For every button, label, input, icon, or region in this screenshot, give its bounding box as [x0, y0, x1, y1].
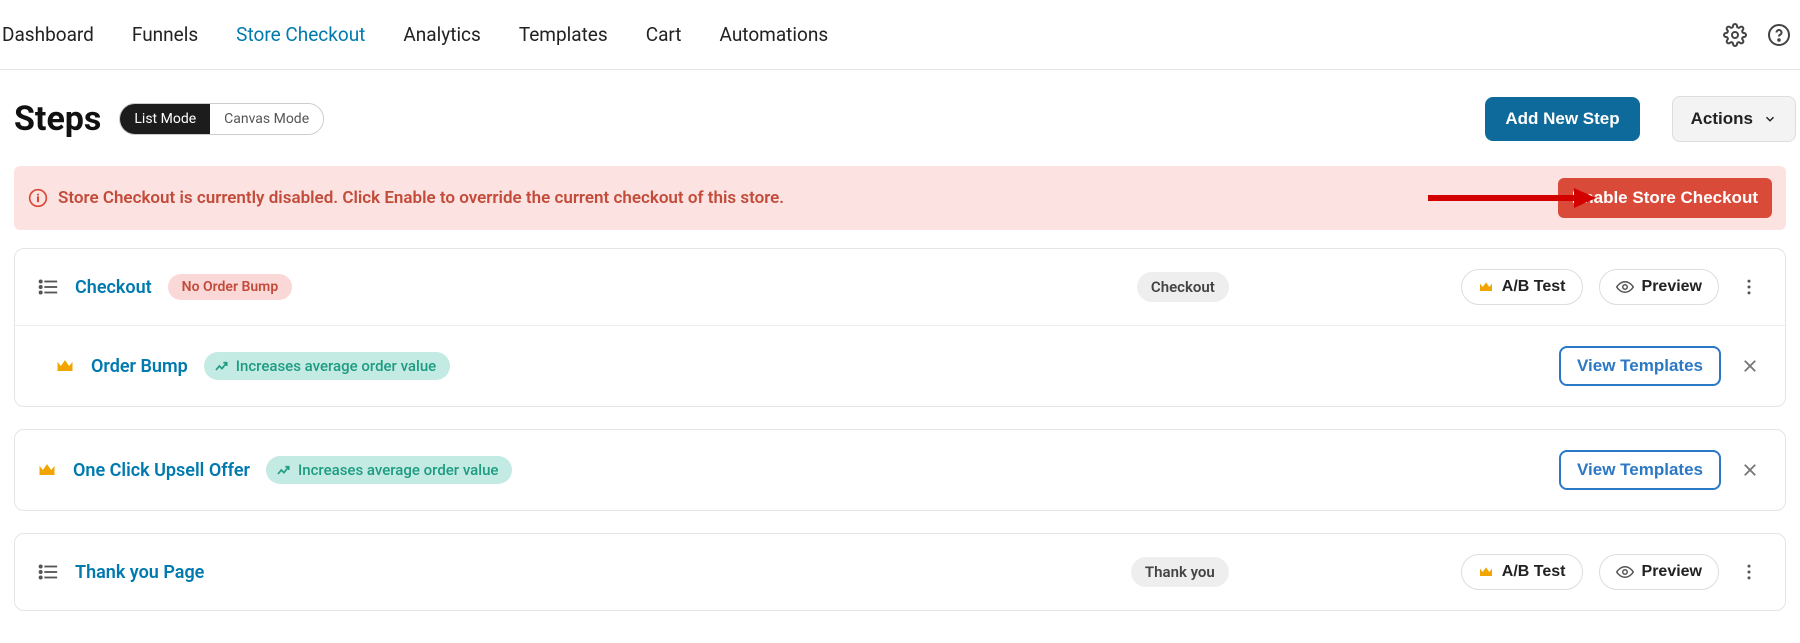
- settings-button[interactable]: [1722, 22, 1748, 48]
- ab-test-button[interactable]: A/B Test: [1461, 269, 1583, 305]
- actions-label: Actions: [1691, 109, 1753, 129]
- step-card-checkout: Checkout No Order Bump Checkout A/B Test…: [14, 248, 1786, 407]
- nav-templates[interactable]: Templates: [519, 23, 608, 46]
- preview-button[interactable]: Preview: [1599, 269, 1719, 305]
- crown-icon: [1478, 279, 1494, 295]
- preview-label: Preview: [1642, 563, 1702, 581]
- preview-button[interactable]: Preview: [1599, 554, 1719, 590]
- chart-icon: [276, 462, 292, 478]
- close-icon: [1741, 357, 1759, 375]
- crown-icon: [37, 460, 57, 480]
- step-card-thankyou: Thank you Page Thank you A/B Test Previe…: [14, 533, 1786, 611]
- order-bump-link[interactable]: Order Bump: [91, 356, 188, 377]
- more-vertical-icon: [1739, 277, 1759, 297]
- canvas-mode-button[interactable]: Canvas Mode: [210, 104, 323, 134]
- help-icon: [1767, 23, 1791, 47]
- ab-test-label: A/B Test: [1502, 563, 1566, 581]
- list-icon[interactable]: [37, 276, 59, 298]
- chart-icon: [214, 358, 230, 374]
- preview-label: Preview: [1642, 278, 1702, 296]
- upsell-hint-text: Increases average order value: [298, 461, 498, 479]
- thankyou-link[interactable]: Thank you Page: [75, 562, 204, 583]
- mode-toggle: List Mode Canvas Mode: [119, 103, 324, 135]
- chevron-down-icon: [1763, 112, 1777, 126]
- view-templates-button[interactable]: View Templates: [1559, 450, 1721, 490]
- list-mode-button[interactable]: List Mode: [120, 104, 210, 134]
- nav-dashboard[interactable]: Dashboard: [2, 23, 94, 46]
- nav-analytics[interactable]: Analytics: [403, 23, 480, 46]
- order-bump-row: Order Bump Increases average order value…: [15, 325, 1785, 406]
- more-button[interactable]: [1735, 273, 1763, 301]
- close-button[interactable]: [1737, 353, 1763, 379]
- nav-items: Dashboard Funnels Store Checkout Analyti…: [0, 23, 828, 46]
- upsell-link[interactable]: One Click Upsell Offer: [73, 460, 250, 481]
- order-bump-hint-text: Increases average order value: [236, 357, 436, 375]
- top-nav: Dashboard Funnels Store Checkout Analyti…: [0, 0, 1800, 70]
- upsell-hint-chip: Increases average order value: [266, 456, 512, 484]
- info-icon: [28, 188, 48, 208]
- gear-icon: [1723, 23, 1747, 47]
- upsell-row: One Click Upsell Offer Increases average…: [15, 430, 1785, 510]
- nav-automations[interactable]: Automations: [720, 23, 829, 46]
- crown-icon: [55, 356, 75, 376]
- page-title: Steps: [14, 99, 101, 139]
- enable-store-checkout-button[interactable]: Enable Store Checkout: [1558, 178, 1772, 218]
- ab-test-button[interactable]: A/B Test: [1461, 554, 1583, 590]
- eye-icon: [1616, 278, 1634, 296]
- page-header: Steps List Mode Canvas Mode Add New Step…: [0, 70, 1800, 152]
- thankyou-row: Thank you Page Thank you A/B Test Previe…: [15, 534, 1785, 610]
- step-card-upsell: One Click Upsell Offer Increases average…: [14, 429, 1786, 511]
- close-icon: [1741, 461, 1759, 479]
- close-button[interactable]: [1737, 457, 1763, 483]
- add-new-step-button[interactable]: Add New Step: [1485, 97, 1639, 141]
- eye-icon: [1616, 563, 1634, 581]
- more-vertical-icon: [1739, 562, 1759, 582]
- alert-text: Store Checkout is currently disabled. Cl…: [58, 188, 1558, 208]
- actions-button[interactable]: Actions: [1672, 96, 1796, 142]
- checkout-link[interactable]: Checkout: [75, 277, 152, 298]
- disabled-alert: Store Checkout is currently disabled. Cl…: [14, 166, 1786, 230]
- list-icon[interactable]: [37, 561, 59, 583]
- nav-store-checkout[interactable]: Store Checkout: [236, 23, 365, 46]
- nav-funnels[interactable]: Funnels: [132, 23, 198, 46]
- help-button[interactable]: [1766, 22, 1792, 48]
- ab-test-label: A/B Test: [1502, 278, 1566, 296]
- more-button[interactable]: [1735, 558, 1763, 586]
- step-type-chip: Checkout: [1137, 272, 1229, 302]
- no-order-bump-chip: No Order Bump: [168, 274, 293, 300]
- step-type-chip: Thank you: [1131, 557, 1229, 587]
- view-templates-button[interactable]: View Templates: [1559, 346, 1721, 386]
- nav-cart[interactable]: Cart: [646, 23, 682, 46]
- order-bump-hint-chip: Increases average order value: [204, 352, 450, 380]
- checkout-row: Checkout No Order Bump Checkout A/B Test…: [15, 249, 1785, 325]
- crown-icon: [1478, 564, 1494, 580]
